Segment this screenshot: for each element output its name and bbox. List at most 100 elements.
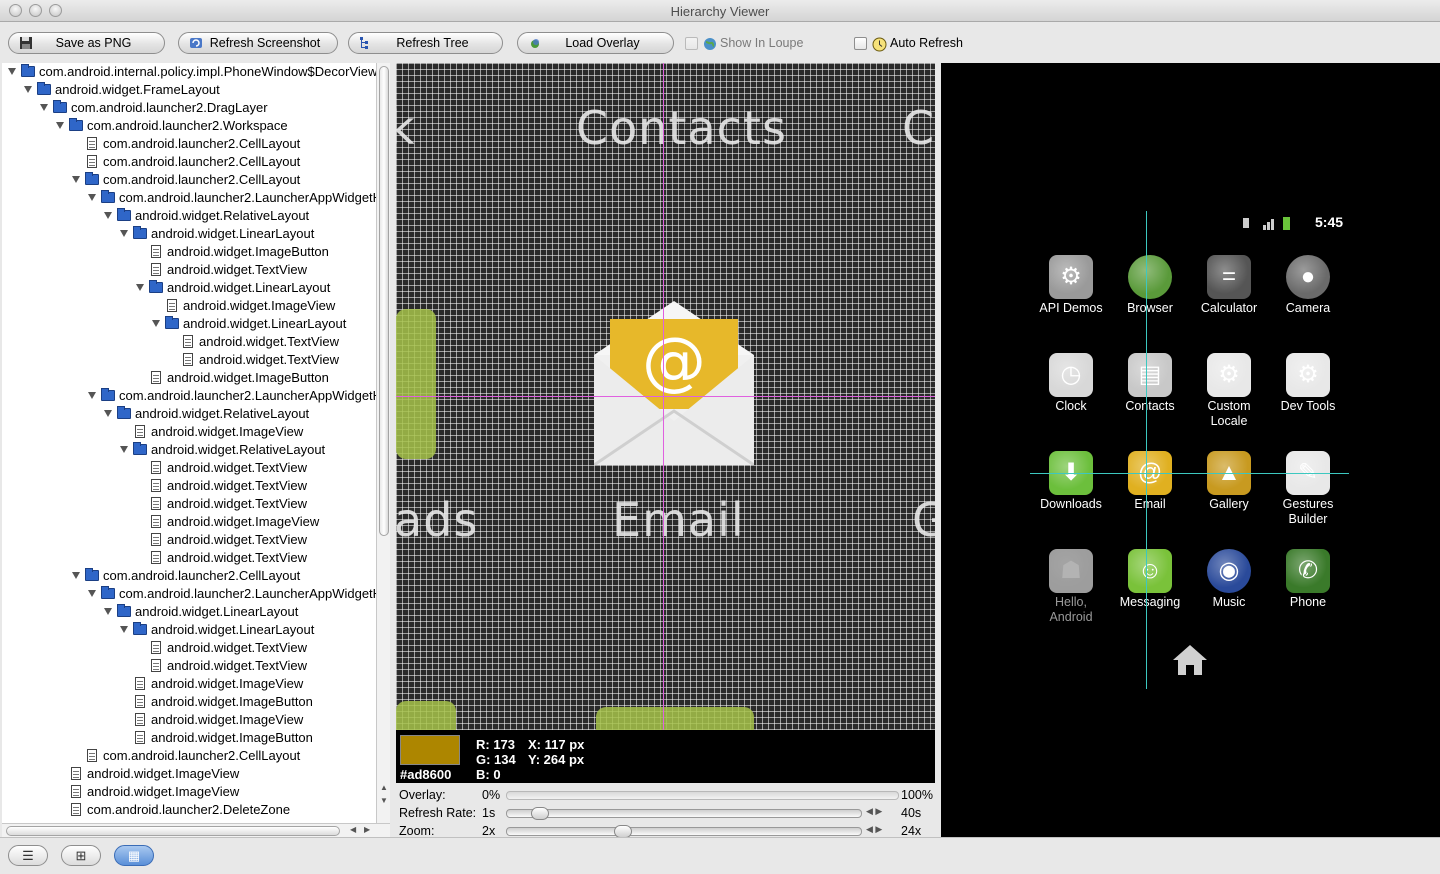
calculator-icon[interactable]: =	[1207, 255, 1251, 299]
tree-vertical-scroll-thumb[interactable]	[379, 66, 389, 536]
tree-node[interactable]: android.widget.ImageView	[2, 765, 376, 783]
tree-node[interactable]: android.widget.ImageView	[2, 675, 376, 693]
scroll-up-arrow-icon[interactable]: ▲	[380, 783, 388, 792]
view-hierarchy-tree[interactable]: com.android.internal.policy.impl.PhoneWi…	[2, 63, 376, 823]
tree-node[interactable]: android.widget.ImageView	[2, 297, 376, 315]
tree-node[interactable]: android.widget.TextView	[2, 261, 376, 279]
tree-node[interactable]: com.android.launcher2.CellLayout	[2, 153, 376, 171]
gear-icon[interactable]: ⚙	[1207, 353, 1251, 397]
refresh-tree-button[interactable]: Refresh Tree	[348, 32, 503, 54]
tree-node[interactable]: android.widget.RelativeLayout	[2, 207, 376, 225]
disclosure-triangle-icon[interactable]	[88, 392, 96, 399]
layout-view-button[interactable]: ⊞	[61, 845, 101, 866]
phone-icon[interactable]: ✆	[1286, 549, 1330, 593]
tree-node[interactable]: android.widget.TextView	[2, 549, 376, 567]
disclosure-triangle-icon[interactable]	[120, 230, 128, 237]
tree-node[interactable]: com.android.launcher2.LauncherAppWidgetH…	[2, 189, 376, 207]
disclosure-triangle-icon[interactable]	[104, 212, 112, 219]
disclosure-triangle-icon[interactable]	[104, 410, 112, 417]
tree-node[interactable]: com.android.launcher2.DragLayer	[2, 99, 376, 117]
show-in-loupe-checkbox[interactable]	[685, 37, 698, 50]
refresh-rate-slider-track[interactable]	[506, 809, 862, 818]
refresh-rate-slider-knob[interactable]	[530, 807, 549, 820]
globe-icon[interactable]	[1128, 255, 1172, 299]
disclosure-triangle-icon[interactable]	[104, 608, 112, 615]
device-screenshot[interactable]: 5:45 ⚙ API Demos Browser = Calculator ● Camera…	[941, 63, 1440, 837]
tree-node[interactable]: android.widget.LinearLayout	[2, 603, 376, 621]
tree-node[interactable]: android.widget.LinearLayout	[2, 225, 376, 243]
tree-node[interactable]: com.android.launcher2.DeleteZone	[2, 801, 376, 819]
scroll-down-arrow-icon[interactable]: ▼	[380, 796, 388, 805]
tree-node[interactable]: android.widget.ImageButton	[2, 729, 376, 747]
contacts-icon[interactable]: ▤	[1128, 353, 1172, 397]
tree-node[interactable]: android.widget.ImageView	[2, 423, 376, 441]
music-icon[interactable]: ◉	[1207, 549, 1251, 593]
disclosure-triangle-icon[interactable]	[136, 284, 144, 291]
tree-node[interactable]: com.android.launcher2.CellLayout	[2, 567, 376, 585]
scroll-left-arrow-icon[interactable]: ◀	[350, 825, 356, 834]
disclosure-triangle-icon[interactable]	[88, 590, 96, 597]
tree-node[interactable]: android.widget.TextView	[2, 495, 376, 513]
home-icon[interactable]	[1171, 643, 1209, 677]
pixel-perfect-view-button[interactable]: ▦	[114, 845, 154, 866]
tree-horizontal-scrollbar[interactable]: ◀ ▶	[2, 823, 390, 837]
tree-node[interactable]: android.widget.LinearLayout	[2, 621, 376, 639]
refresh-rate-stepper-icon[interactable]: ◀ ▶	[866, 806, 882, 817]
tree-node[interactable]: android.widget.TextView	[2, 459, 376, 477]
load-overlay-button[interactable]: Load Overlay	[517, 32, 674, 54]
tree-node[interactable]: android.widget.ImageButton	[2, 693, 376, 711]
disclosure-triangle-icon[interactable]	[88, 194, 96, 201]
android-icon[interactable]: ☗	[1049, 549, 1093, 593]
gear-icon[interactable]: ⚙	[1286, 353, 1330, 397]
disclosure-triangle-icon[interactable]	[8, 68, 16, 75]
tree-node[interactable]: android.widget.TextView	[2, 639, 376, 657]
disclosure-triangle-icon[interactable]	[24, 86, 32, 93]
tree-node[interactable]: com.android.launcher2.CellLayout	[2, 135, 376, 153]
tree-node[interactable]: android.widget.ImageView	[2, 513, 376, 531]
disclosure-triangle-icon[interactable]	[72, 176, 80, 183]
disclosure-triangle-icon[interactable]	[120, 626, 128, 633]
tree-node[interactable]: android.widget.ImageView	[2, 711, 376, 729]
tree-vertical-scrollbar[interactable]: ▲ ▼	[376, 63, 390, 823]
tree-node[interactable]: android.widget.RelativeLayout	[2, 405, 376, 423]
disclosure-triangle-icon[interactable]	[120, 446, 128, 453]
disclosure-triangle-icon[interactable]	[72, 572, 80, 579]
tree-node[interactable]: android.widget.LinearLayout	[2, 279, 376, 297]
save-as-png-button[interactable]: Save as PNG	[8, 32, 165, 54]
tree-node[interactable]: android.widget.ImageButton	[2, 369, 376, 387]
tree-node[interactable]: com.android.launcher2.LauncherAppWidgetH…	[2, 585, 376, 603]
tree-horizontal-scroll-thumb[interactable]	[6, 826, 340, 836]
app-label-line1: Gallery	[1209, 497, 1249, 511]
tree-node[interactable]: android.widget.ImageView	[2, 783, 376, 801]
refresh-screenshot-button[interactable]: Refresh Screenshot	[178, 32, 338, 54]
folder-gear-icon[interactable]: ⚙	[1049, 255, 1093, 299]
tree-node[interactable]: android.widget.TextView	[2, 477, 376, 495]
tree-node[interactable]: com.android.launcher2.Workspace	[2, 117, 376, 135]
overlay-slider-track[interactable]	[506, 791, 899, 800]
tree-node[interactable]: android.widget.ImageButton	[2, 243, 376, 261]
tree-node[interactable]: android.widget.TextView	[2, 333, 376, 351]
disclosure-triangle-icon[interactable]	[40, 104, 48, 111]
tree-node[interactable]: android.widget.TextView	[2, 531, 376, 549]
tree-node[interactable]: com.android.launcher2.CellLayout	[2, 747, 376, 765]
file-icon	[151, 479, 161, 492]
tree-node[interactable]: com.android.internal.policy.impl.PhoneWi…	[2, 63, 376, 81]
tree-node[interactable]: android.widget.RelativeLayout	[2, 441, 376, 459]
tree-node[interactable]: android.widget.LinearLayout	[2, 315, 376, 333]
pixel-loupe[interactable]: @ k Contacts C ads Email G	[396, 63, 935, 730]
auto-refresh-checkbox[interactable]	[854, 37, 867, 50]
tree-node[interactable]: com.android.launcher2.LauncherAppWidgetH…	[2, 387, 376, 405]
camera-icon[interactable]: ●	[1286, 255, 1330, 299]
clock-icon[interactable]: ◷	[1049, 353, 1093, 397]
tree-view-button[interactable]: ☰	[8, 845, 48, 866]
disclosure-triangle-icon[interactable]	[152, 320, 160, 327]
tree-node[interactable]: android.widget.TextView	[2, 351, 376, 369]
zoom-slider-track[interactable]	[506, 827, 862, 836]
messaging-icon[interactable]: ☺	[1128, 549, 1172, 593]
tree-node[interactable]: com.android.launcher2.CellLayout	[2, 171, 376, 189]
tree-node[interactable]: android.widget.FrameLayout	[2, 81, 376, 99]
tree-node[interactable]: android.widget.TextView	[2, 657, 376, 675]
disclosure-triangle-icon[interactable]	[56, 122, 64, 129]
scroll-right-arrow-icon[interactable]: ▶	[364, 825, 370, 834]
zoom-stepper-icon[interactable]: ◀ ▶	[866, 824, 882, 835]
